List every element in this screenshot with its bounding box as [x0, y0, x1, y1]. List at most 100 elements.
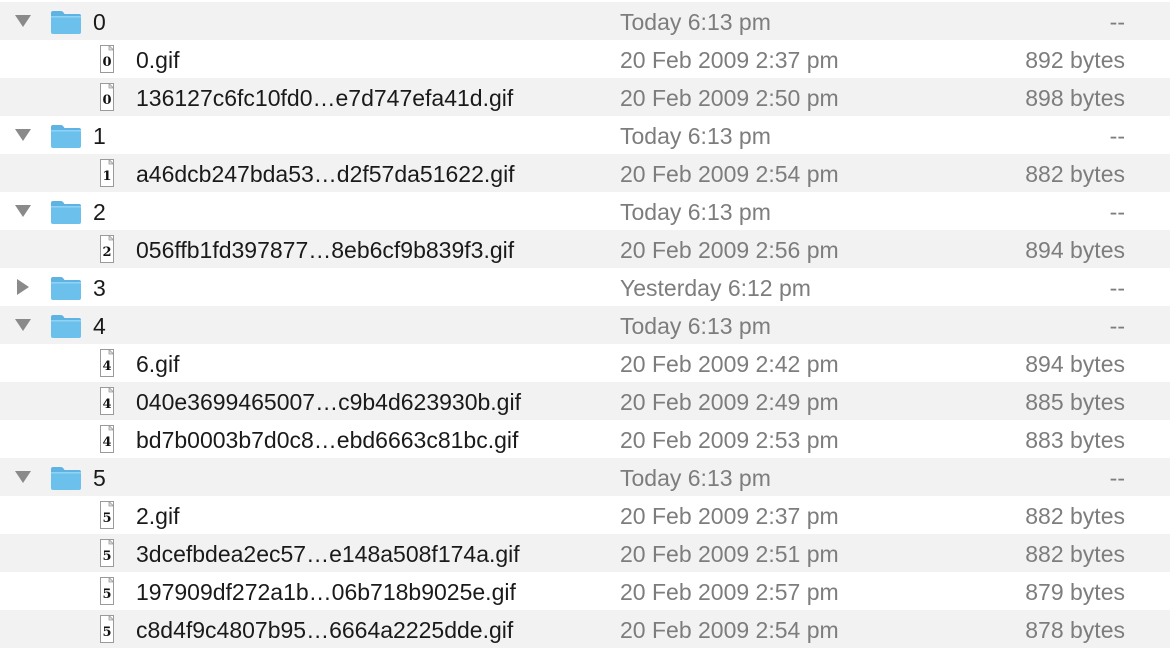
file-size: 882 bytes	[1025, 503, 1125, 529]
file-badge-digit: 2	[102, 245, 111, 260]
folder-icon	[50, 9, 82, 35]
folder-name: 0	[93, 9, 106, 35]
file-row[interactable]: 1 a46dcb247bda53…d2f57da51622.gif 20 Feb 2…	[0, 154, 1170, 192]
gif-file-icon: 5	[100, 500, 115, 529]
file-size: --	[1109, 465, 1125, 491]
file-name: 0.gif	[136, 47, 180, 73]
file-badge-digit: 0	[102, 55, 111, 70]
gif-file-icon: 0	[100, 44, 115, 73]
file-size: 894 bytes	[1025, 237, 1125, 263]
file-row[interactable]: 0 0.gif 20 Feb 2009 2:37 pm 892 bytes	[0, 40, 1170, 78]
finder-list-view: 0 Today 6:13 pm -- 0 0.gif 20 Feb 2009 2:37 p…	[0, 0, 1170, 648]
gif-file-icon: 4	[100, 386, 115, 415]
file-row[interactable]: 0 136127c6fc10fd0…e7d747efa41d.gif 20 Feb …	[0, 78, 1170, 116]
file-name: 3dcefbdea2ec57…e148a508f174a.gif	[136, 541, 520, 567]
file-badge-digit: 5	[102, 587, 111, 602]
file-badge-digit: 5	[102, 625, 111, 640]
file-row[interactable]: 5 197909df272a1b…06b718b9025e.gif 20 Feb 2…	[0, 572, 1170, 610]
folder-row[interactable]: 1 Today 6:13 pm --	[0, 116, 1170, 154]
date-modified: 20 Feb 2009 2:37 pm	[620, 47, 839, 73]
file-badge-digit: 0	[102, 93, 111, 108]
file-row[interactable]: 2 056ffb1fd397877…8eb6cf9b839f3.gif 20 Feb…	[0, 230, 1170, 268]
folder-row[interactable]: 0 Today 6:13 pm --	[0, 2, 1170, 40]
gif-file-icon: 5	[100, 538, 115, 567]
date-modified: 20 Feb 2009 2:56 pm	[620, 237, 839, 263]
date-modified: 20 Feb 2009 2:54 pm	[620, 617, 839, 643]
file-name: 2.gif	[136, 503, 180, 529]
gif-file-icon: 1	[100, 158, 115, 187]
date-modified: 20 Feb 2009 2:57 pm	[620, 579, 839, 605]
file-name: 056ffb1fd397877…8eb6cf9b839f3.gif	[136, 237, 515, 263]
date-modified: Today 6:13 pm	[620, 313, 771, 339]
file-name: bd7b0003b7d0c8…ebd6663c81bc.gif	[136, 427, 519, 453]
file-size: 898 bytes	[1025, 85, 1125, 111]
file-size: 882 bytes	[1025, 541, 1125, 567]
disclosure-expanded-icon[interactable]	[13, 12, 33, 30]
date-modified: 20 Feb 2009 2:53 pm	[620, 427, 839, 453]
folder-row[interactable]: 5 Today 6:13 pm --	[0, 458, 1170, 496]
file-badge-digit: 5	[102, 549, 111, 564]
file-size: 882 bytes	[1025, 161, 1125, 187]
folder-icon	[50, 313, 82, 339]
file-badge-digit: 4	[102, 397, 111, 412]
folder-name: 1	[93, 123, 106, 149]
file-badge-digit: 1	[102, 169, 111, 184]
file-name: a46dcb247bda53…d2f57da51622.gif	[136, 161, 515, 187]
folder-icon	[50, 465, 82, 491]
file-size: --	[1109, 313, 1125, 339]
gif-file-icon: 4	[100, 424, 115, 453]
file-name: 136127c6fc10fd0…e7d747efa41d.gif	[136, 85, 514, 111]
folder-name: 4	[93, 313, 106, 339]
date-modified: 20 Feb 2009 2:51 pm	[620, 541, 839, 567]
disclosure-expanded-icon[interactable]	[13, 126, 33, 144]
folder-name: 5	[93, 465, 106, 491]
file-size: --	[1109, 123, 1125, 149]
date-modified: Today 6:13 pm	[620, 199, 771, 225]
file-row[interactable]: 5 3dcefbdea2ec57…e148a508f174a.gif 20 Feb …	[0, 534, 1170, 572]
folder-row[interactable]: 2 Today 6:13 pm --	[0, 192, 1170, 230]
date-modified: 20 Feb 2009 2:50 pm	[620, 85, 839, 111]
date-modified: Today 6:13 pm	[620, 465, 771, 491]
file-size: 883 bytes	[1025, 427, 1125, 453]
disclosure-expanded-icon[interactable]	[13, 202, 33, 220]
gif-file-icon: 2	[100, 234, 115, 263]
file-size: 878 bytes	[1025, 617, 1125, 643]
file-name: 040e3699465007…c9b4d623930b.gif	[136, 389, 521, 415]
date-modified: 20 Feb 2009 2:42 pm	[620, 351, 839, 377]
file-row[interactable]: 4 bd7b0003b7d0c8…ebd6663c81bc.gif 20 Feb 2…	[0, 420, 1170, 458]
file-row[interactable]: 4 6.gif 20 Feb 2009 2:42 pm 894 bytes	[0, 344, 1170, 382]
disclosure-expanded-icon[interactable]	[13, 316, 33, 334]
date-modified: 20 Feb 2009 2:54 pm	[620, 161, 839, 187]
file-size: --	[1109, 275, 1125, 301]
folder-row[interactable]: 4 Today 6:13 pm --	[0, 306, 1170, 344]
folder-name: 3	[93, 275, 106, 301]
date-modified: Yesterday 6:12 pm	[620, 275, 811, 301]
file-row[interactable]: 5 2.gif 20 Feb 2009 2:37 pm 882 bytes	[0, 496, 1170, 534]
disclosure-expanded-icon[interactable]	[13, 468, 33, 486]
file-size: 879 bytes	[1025, 579, 1125, 605]
file-badge-digit: 5	[102, 511, 111, 526]
folder-icon	[50, 199, 82, 225]
gif-file-icon: 5	[100, 614, 115, 643]
file-name: 197909df272a1b…06b718b9025e.gif	[136, 579, 516, 605]
file-size: --	[1109, 9, 1125, 35]
date-modified: 20 Feb 2009 2:37 pm	[620, 503, 839, 529]
date-modified: Today 6:13 pm	[620, 123, 771, 149]
disclosure-collapsed-icon[interactable]	[13, 278, 33, 296]
folder-name: 2	[93, 199, 106, 225]
file-size: 892 bytes	[1025, 47, 1125, 73]
file-size: --	[1109, 199, 1125, 225]
date-modified: 20 Feb 2009 2:49 pm	[620, 389, 839, 415]
gif-file-icon: 5	[100, 576, 115, 605]
gif-file-icon: 4	[100, 348, 115, 377]
file-size: 885 bytes	[1025, 389, 1125, 415]
file-badge-digit: 4	[102, 359, 111, 374]
file-size: 894 bytes	[1025, 351, 1125, 377]
folder-icon	[50, 123, 82, 149]
file-row[interactable]: 5 c8d4f9c4807b95…6664a2225dde.gif 20 Feb 2…	[0, 610, 1170, 648]
file-row[interactable]: 4 040e3699465007…c9b4d623930b.gif 20 Feb 2…	[0, 382, 1170, 420]
gif-file-icon: 0	[100, 82, 115, 111]
file-name: c8d4f9c4807b95…6664a2225dde.gif	[136, 617, 514, 643]
folder-row[interactable]: 3 Yesterday 6:12 pm --	[0, 268, 1170, 306]
date-modified: Today 6:13 pm	[620, 9, 771, 35]
